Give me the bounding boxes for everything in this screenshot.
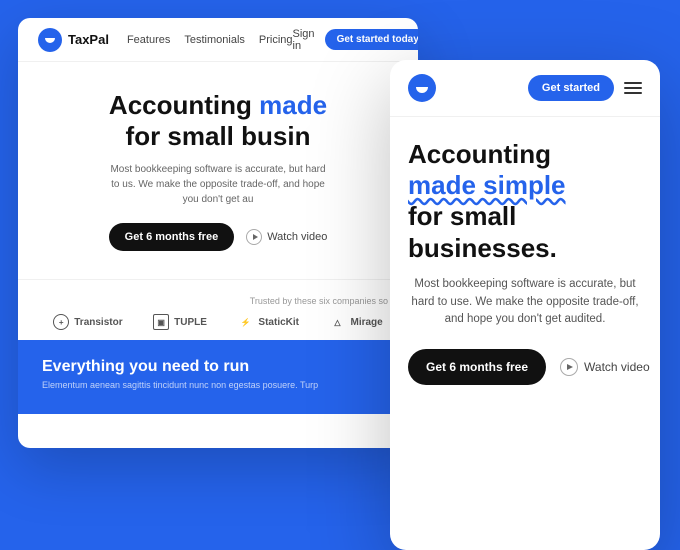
mobile-play-icon: [560, 358, 578, 376]
logo-icon: [38, 28, 62, 52]
mobile-headline-line1: Accounting: [408, 139, 551, 169]
desktop-logo: TaxPal: [38, 28, 109, 52]
desktop-hero: Accounting madefor small busin Most book…: [18, 62, 418, 267]
logo-text: TaxPal: [68, 32, 109, 47]
statickit-icon: ⚡: [237, 314, 253, 330]
desktop-nav-actions: Sign in Get started today: [293, 28, 418, 52]
desktop-bottom-section: Everything you need to run Elementum aen…: [18, 340, 418, 414]
mobile-subtext: Most bookkeeping software is accurate, b…: [408, 276, 642, 329]
mobile-cta-row: Get 6 months free Watch video: [408, 349, 642, 385]
desktop-subtext: Most bookkeeping software is accurate, b…: [108, 162, 328, 207]
mobile-watch-link[interactable]: Watch video: [560, 358, 650, 376]
nav-link-pricing[interactable]: Pricing: [259, 34, 293, 46]
trusted-section: Trusted by these six companies so fo + T…: [18, 279, 418, 340]
mirage-icon: △: [330, 314, 346, 330]
trusted-label: Trusted by these six companies so fo: [38, 296, 398, 306]
mobile-hero: Accountingmade simple for smallbusinesse…: [390, 117, 660, 401]
watch-video-link[interactable]: Watch video: [246, 229, 327, 245]
mobile-cta-button[interactable]: Get 6 months free: [408, 349, 546, 385]
mobile-nav-actions: Get started: [528, 75, 642, 101]
desktop-headline-accent: made: [259, 90, 327, 120]
hamburger-menu-icon[interactable]: [624, 82, 642, 94]
mobile-navbar: Get started: [390, 60, 660, 117]
mobile-card: Get started Accountingmade simple for sm…: [390, 60, 660, 550]
company-statickit: ⚡ StaticKit: [237, 314, 299, 330]
company-tuple: ▣ TUPLE: [153, 314, 207, 330]
desktop-nav-links: Features Testimonials Pricing: [127, 34, 293, 46]
hamburger-line-1: [624, 82, 642, 84]
desktop-headline: Accounting madefor small busin: [42, 90, 394, 152]
mobile-headline-accent: made simple: [408, 170, 566, 200]
signin-link[interactable]: Sign in: [293, 28, 315, 52]
nav-link-features[interactable]: Features: [127, 34, 170, 46]
mobile-get-started-button[interactable]: Get started: [528, 75, 614, 101]
desktop-bottom-subtext: Elementum aenean sagittis tincidunt nunc…: [42, 380, 394, 390]
transistor-label: Transistor: [74, 317, 122, 328]
desktop-cta-row: Get 6 months free Watch video: [42, 223, 394, 251]
hamburger-line-3: [624, 92, 642, 94]
get-started-button[interactable]: Get started today: [325, 29, 418, 50]
mobile-headline: Accountingmade simple for smallbusinesse…: [408, 139, 642, 264]
mobile-logo-icon: [408, 74, 436, 102]
company-mirage: △ Mirage: [330, 314, 383, 330]
tuple-label: TUPLE: [174, 317, 207, 328]
tuple-icon: ▣: [153, 314, 169, 330]
desktop-card: TaxPal Features Testimonials Pricing Sig…: [18, 18, 418, 448]
mobile-headline-line3: for smallbusinesses.: [408, 201, 557, 262]
company-transistor: + Transistor: [53, 314, 122, 330]
transistor-icon: +: [53, 314, 69, 330]
desktop-cta-button[interactable]: Get 6 months free: [109, 223, 235, 251]
statickit-label: StaticKit: [258, 317, 299, 328]
watch-video-label: Watch video: [267, 231, 327, 243]
desktop-bottom-headline: Everything you need to run: [42, 358, 394, 376]
company-logos: + Transistor ▣ TUPLE ⚡ StaticKit △ Mirag…: [38, 314, 398, 330]
desktop-navbar: TaxPal Features Testimonials Pricing Sig…: [18, 18, 418, 62]
mirage-label: Mirage: [351, 317, 383, 328]
hamburger-line-2: [624, 87, 642, 89]
nav-link-testimonials[interactable]: Testimonials: [184, 34, 245, 46]
play-icon: [246, 229, 262, 245]
mobile-watch-label: Watch video: [584, 360, 650, 374]
